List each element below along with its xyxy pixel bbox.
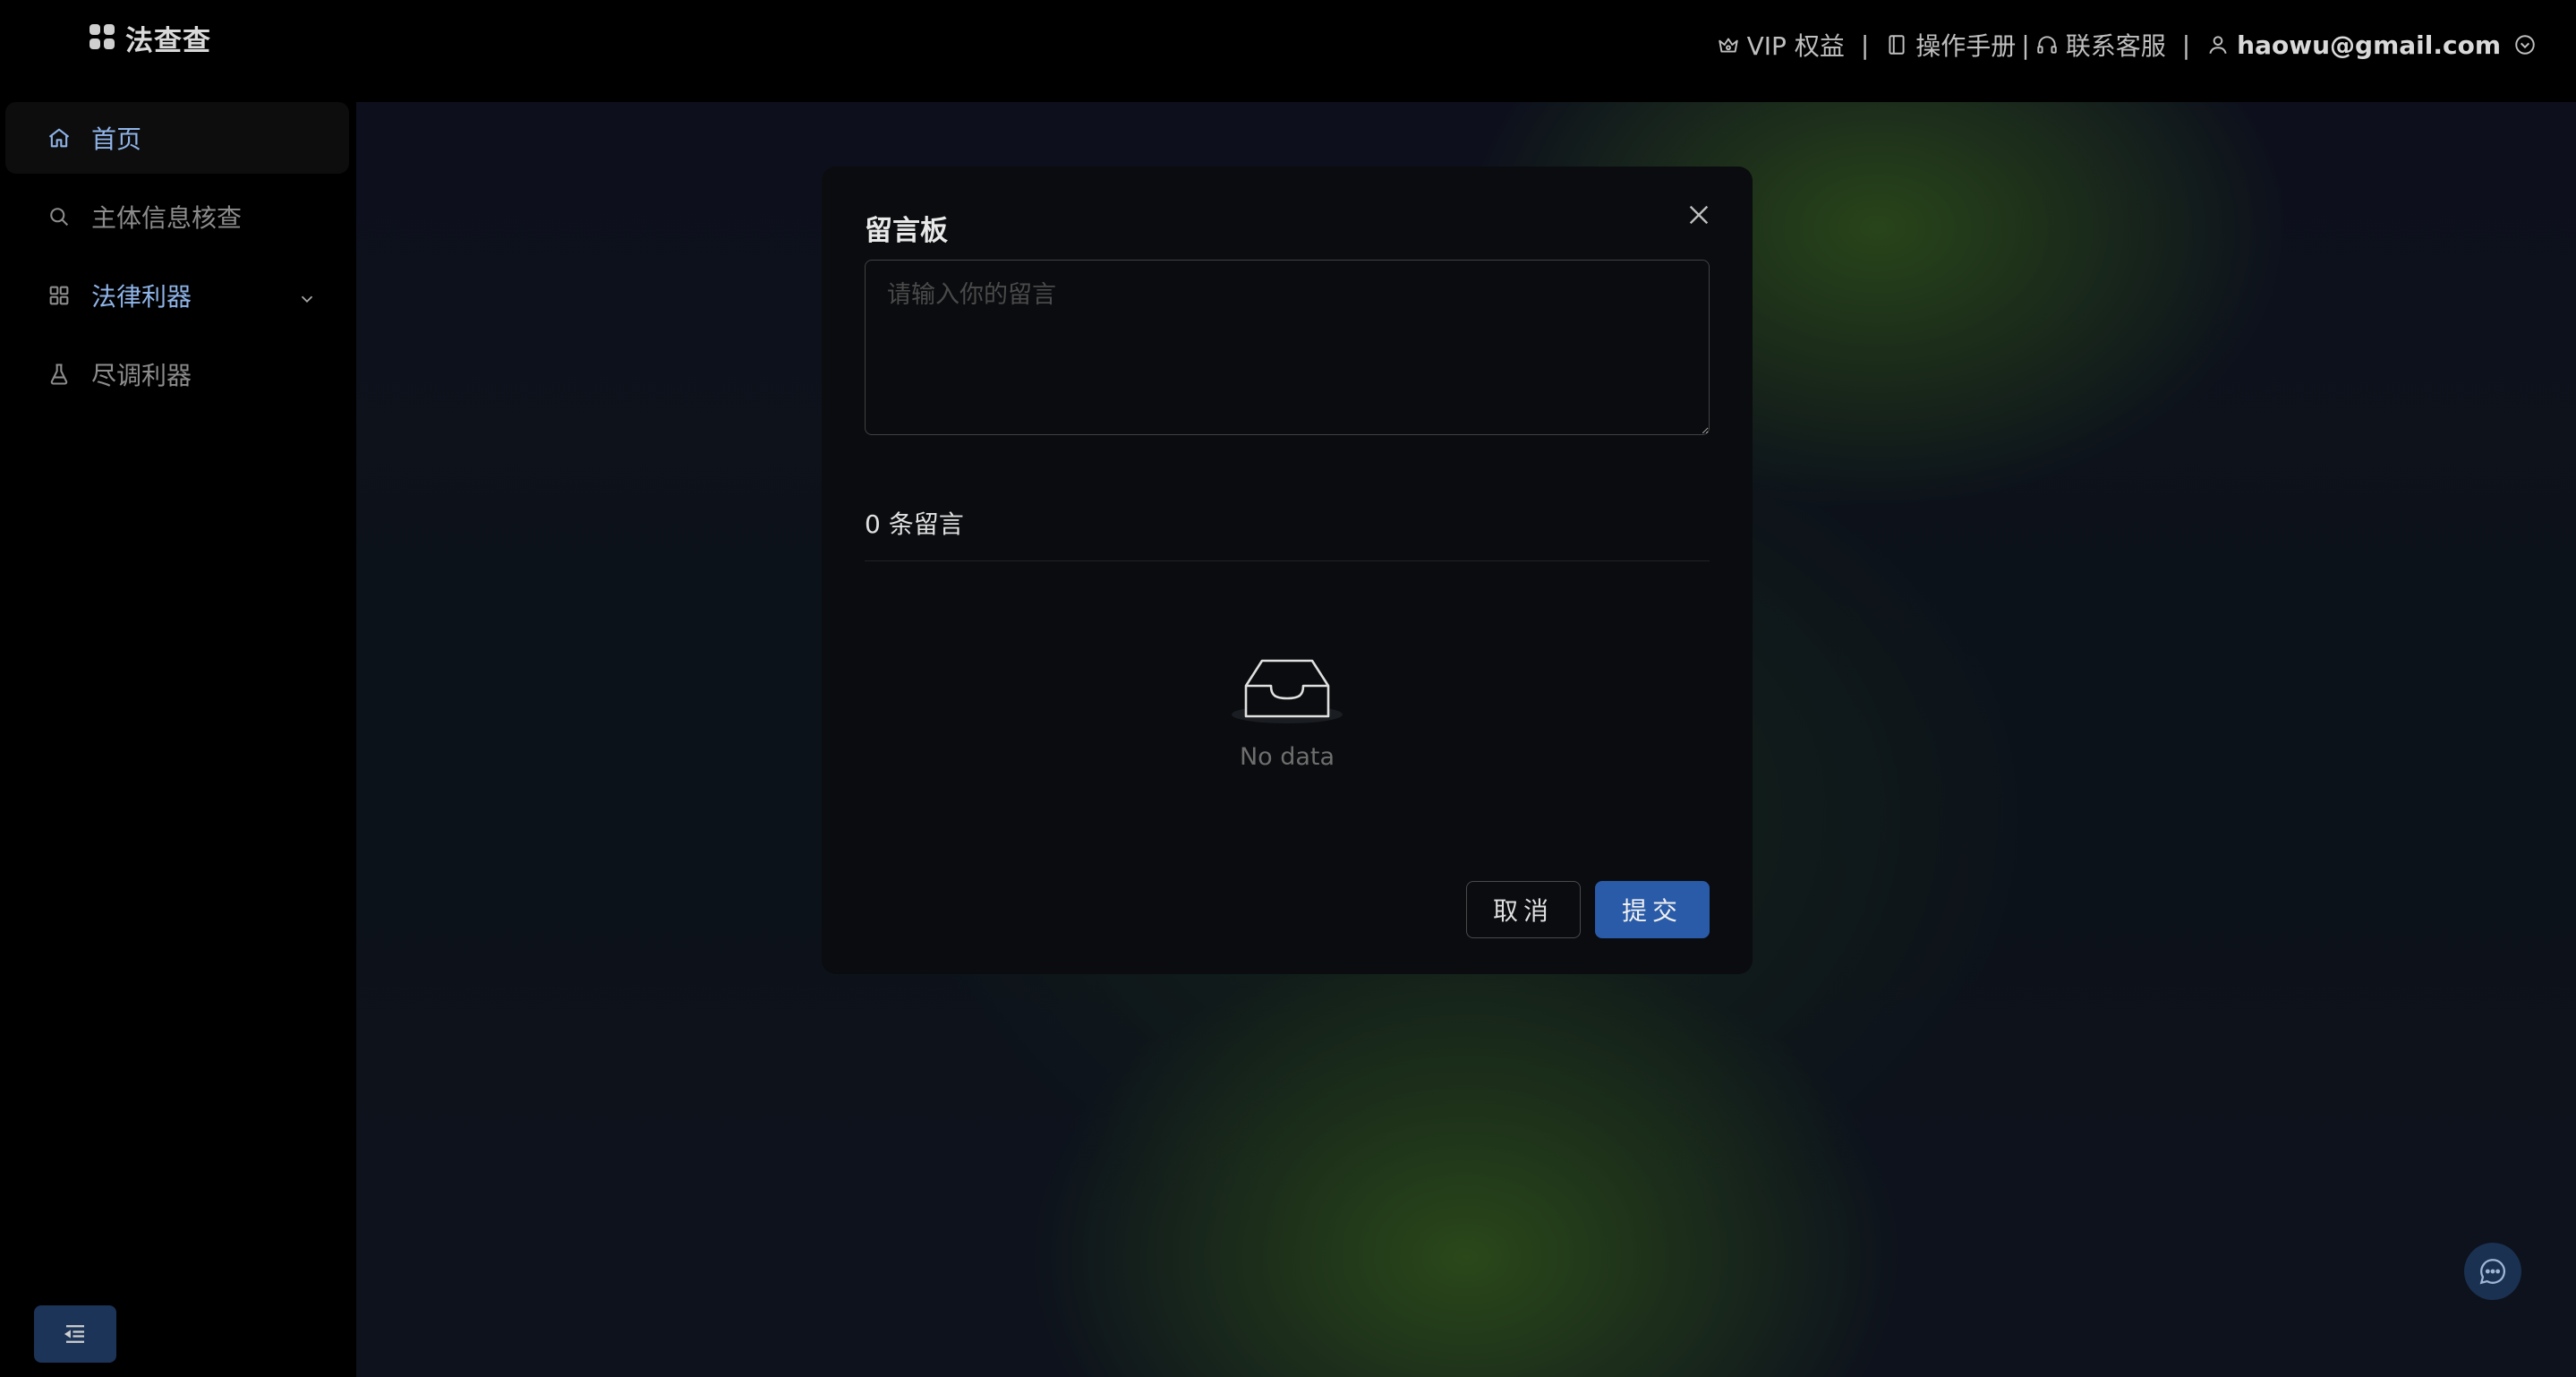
user-email: haowu@gmail.com (2237, 30, 2501, 60)
user-icon (2206, 33, 2230, 56)
modal-title: 留言板 (865, 215, 948, 247)
sidebar-item-label: 首页 (91, 124, 142, 154)
sidebar-item-legal-tools[interactable]: 法律利器 (5, 260, 349, 331)
sidebar: 首页 主体信息核查 法律利器 尽调利器 (0, 102, 356, 1377)
top-header: 法查查 VIP 权益 | 操作手册 | 联系客服 | haowu@gmail.c… (0, 0, 2576, 102)
app-title: 法查查 (125, 24, 211, 57)
sidebar-item-entity-check[interactable]: 主体信息核查 (5, 181, 349, 252)
chevron-down-icon (297, 286, 317, 305)
chevron-down-circle-icon (2513, 33, 2537, 56)
crown-icon (1717, 33, 1740, 56)
apps-icon (47, 283, 72, 308)
divider (865, 560, 1710, 561)
separator: | (2021, 30, 2030, 60)
cancel-button[interactable]: 取消 (1466, 881, 1581, 938)
sidebar-collapse-button[interactable] (34, 1305, 116, 1363)
logo-icon (90, 24, 116, 51)
sidebar-item-label: 尽调利器 (91, 361, 192, 390)
vip-label: VIP 权益 (1746, 31, 1845, 61)
submit-button[interactable]: 提交 (1595, 881, 1710, 938)
search-icon (47, 204, 72, 229)
menu-fold-icon (62, 1321, 89, 1347)
vip-link[interactable]: VIP 权益 (1717, 27, 1845, 63)
empty-inbox-icon (1230, 650, 1344, 725)
empty-text: No data (1239, 743, 1335, 771)
message-count: 0 条留言 (865, 509, 964, 539)
support-link[interactable]: 联系客服 (2035, 27, 2166, 63)
separator: | (1860, 30, 1870, 60)
user-menu[interactable]: haowu@gmail.com (2206, 30, 2537, 60)
home-icon (47, 125, 72, 150)
flask-icon (47, 362, 72, 387)
headset-icon (2035, 33, 2059, 56)
close-icon[interactable] (1685, 201, 1713, 229)
separator: | (2181, 30, 2191, 60)
empty-state: No data (865, 650, 1710, 771)
message-icon (2478, 1256, 2508, 1287)
manual-link[interactable]: 操作手册 (1885, 27, 2016, 63)
sidebar-item-home[interactable]: 首页 (5, 102, 349, 174)
sidebar-item-label: 法律利器 (91, 282, 192, 312)
manual-label: 操作手册 (1915, 31, 2017, 61)
brand[interactable]: 法查查 (90, 16, 211, 59)
sidebar-item-due-diligence[interactable]: 尽调利器 (5, 338, 349, 410)
header-actions: VIP 权益 | 操作手册 | 联系客服 | haowu@gmail.com (1717, 23, 2537, 66)
message-board-modal: 留言板 0 条留言 No data 取消 提交 (822, 167, 1753, 974)
book-icon (1885, 33, 1908, 56)
message-input[interactable] (865, 260, 1710, 435)
support-label: 联系客服 (2065, 31, 2166, 61)
chat-float-button[interactable] (2464, 1243, 2521, 1300)
sidebar-item-label: 主体信息核查 (91, 203, 243, 233)
